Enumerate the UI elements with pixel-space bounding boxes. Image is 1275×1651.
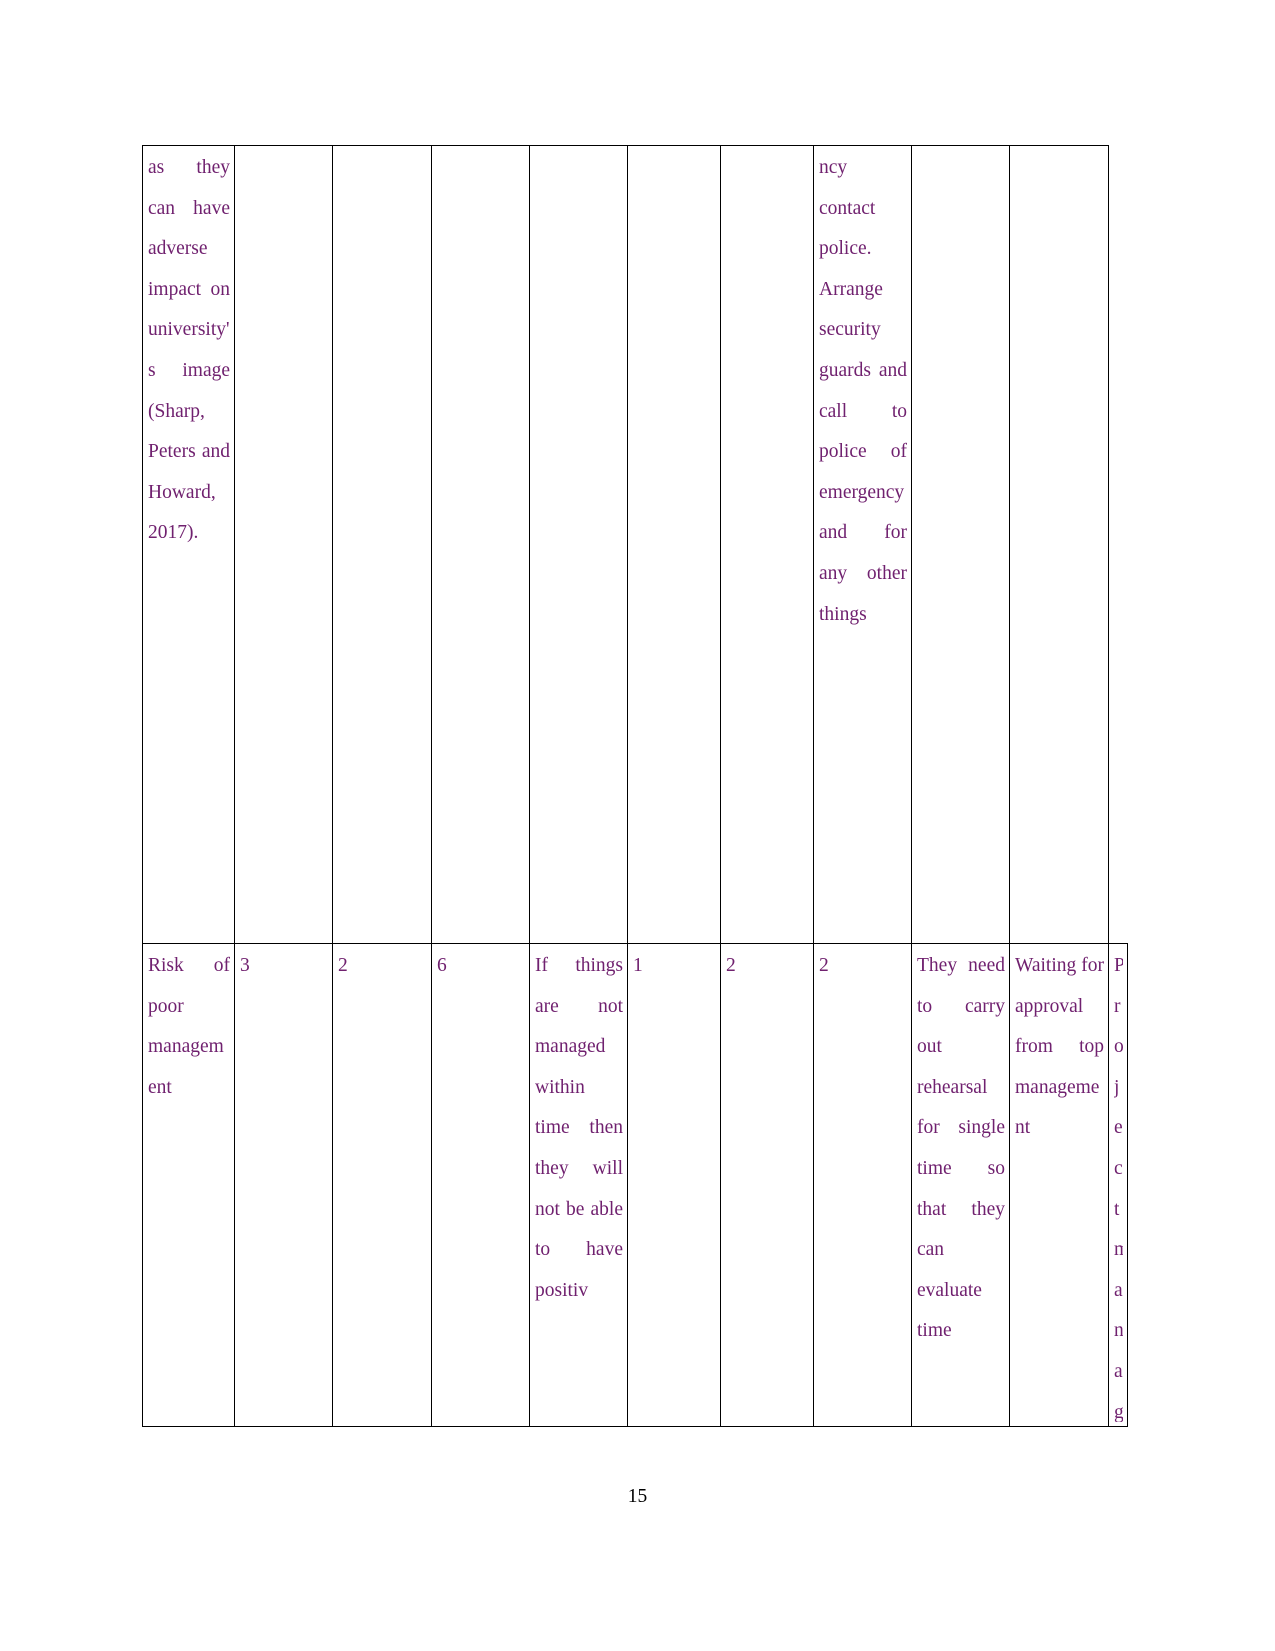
table-cell-risk-description: Risk of poor management <box>142 943 235 1427</box>
table-cell-contingency <box>911 145 1010 944</box>
table-cell-likelihood <box>234 145 333 944</box>
table-cell-residual-impact <box>720 145 814 944</box>
table-cell-residual-likelihood: 1 <box>627 943 721 1427</box>
table-cell-residual-score: 2 <box>813 943 912 1427</box>
risk-assessment-table: as they can have adverse impact on unive… <box>142 145 1128 1427</box>
table-row: as they can have adverse impact on unive… <box>142 145 1128 944</box>
table-cell-impact: 2 <box>332 943 432 1427</box>
table-cell-mitigation-action: ncy contact police. Arrange security gua… <box>813 145 912 944</box>
table-cell-residual-likelihood <box>627 145 721 944</box>
document-page: as they can have adverse impact on unive… <box>0 0 1275 1651</box>
page-number: 15 <box>627 1486 648 1507</box>
table-cell-impact <box>332 145 432 944</box>
table-cell-contingency: Waiting for approval from top management <box>1009 943 1109 1427</box>
table-cell-consequence <box>529 145 628 944</box>
table-cell-risk-score: 6 <box>431 943 530 1427</box>
table-cell-likelihood: 3 <box>234 943 333 1427</box>
table-cell-owner: Project manager <box>1108 943 1128 1427</box>
table-cell-risk-score <box>431 145 530 944</box>
table-cell-owner <box>1009 145 1109 944</box>
table-cell-mitigation-action: They need to carry out rehearsal for sin… <box>911 943 1010 1427</box>
table-cell-consequence: If things are not managed within time th… <box>529 943 628 1427</box>
table-cell-residual-impact: 2 <box>720 943 814 1427</box>
table-cell-risk-description: as they can have adverse impact on unive… <box>142 145 235 944</box>
table-row: Risk of poor management 3 2 6 If things … <box>142 943 1128 1427</box>
